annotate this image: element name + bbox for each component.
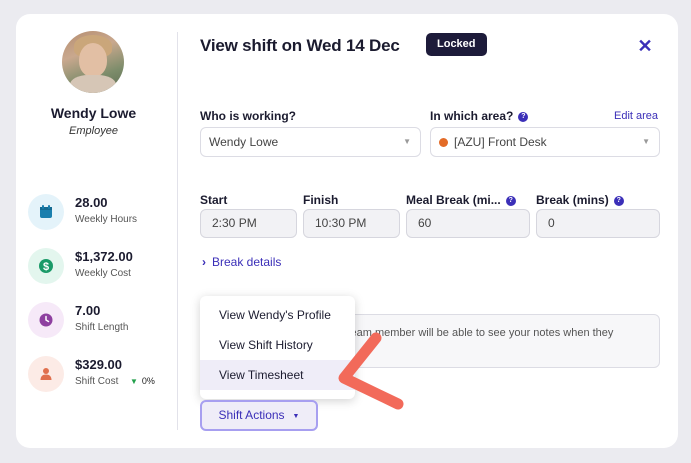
stat-label: Weekly Hours <box>75 214 138 225</box>
stat-value: 7.00 <box>75 303 101 318</box>
annotation-arrow-icon <box>338 332 404 410</box>
break-label: Break (mins) <box>536 193 609 207</box>
break-details-label: Break details <box>212 255 282 269</box>
start-field[interactable]: 2:30 PM <box>200 209 297 238</box>
stat-value: $329.00 <box>75 357 122 372</box>
who-select[interactable]: Wendy Lowe ▼ <box>200 127 421 157</box>
page-title: View shift on Wed 14 Dec <box>200 36 400 55</box>
stat-shift-cost: $329.00 Shift Cost ▼ 0% <box>28 354 178 394</box>
chevron-down-icon: ▼ <box>403 137 411 146</box>
break-field[interactable]: 0 <box>536 209 660 238</box>
shift-actions-label: Shift Actions <box>218 408 285 422</box>
who-label: Who is working? <box>200 109 296 123</box>
meal-break-field[interactable]: 60 <box>406 209 530 238</box>
help-icon[interactable]: ? <box>613 195 624 206</box>
help-icon[interactable]: ? <box>505 195 516 206</box>
clock-icon <box>28 302 64 338</box>
person-icon <box>28 356 64 392</box>
svg-text:$: $ <box>43 261 49 273</box>
stat-weekly-cost: $ $1,372.00 Weekly Cost <box>28 246 178 286</box>
area-select-value: [AZU] Front Desk <box>454 135 547 149</box>
trend-indicator: ▼ 0% <box>130 376 155 386</box>
break-label-wrap: Break (mins)? <box>536 193 624 207</box>
caret-down-icon: ▼ <box>292 413 300 420</box>
who-select-value: Wendy Lowe <box>209 135 279 149</box>
menu-item-view-shift-history[interactable]: View Shift History <box>200 330 355 360</box>
employee-name: Wendy Lowe <box>50 105 137 121</box>
stat-value: $1,372.00 <box>75 249 133 264</box>
stat-label: Weekly Cost <box>75 268 131 279</box>
shift-actions-menu: View Wendy's Profile View Shift History … <box>200 296 355 399</box>
stat-weekly-hours: 28.00 Weekly Hours <box>28 192 178 232</box>
area-label-wrap: In which area?? <box>430 109 529 123</box>
stat-label: Shift Length <box>75 322 129 333</box>
meal-break-label: Meal Break (mi... <box>406 193 501 207</box>
close-icon[interactable]: ✕ <box>636 37 654 55</box>
finish-field[interactable]: 10:30 PM <box>303 209 400 238</box>
menu-item-view-timesheet[interactable]: View Timesheet <box>200 360 355 390</box>
edit-area-link[interactable]: Edit area <box>614 110 658 122</box>
trend-value: 0% <box>141 376 155 386</box>
finish-label: Finish <box>303 193 339 207</box>
stat-value: 28.00 <box>75 195 108 210</box>
shift-dialog: Wendy Lowe Employee 28.00 Weekly Hours $… <box>16 14 678 448</box>
stat-label: Shift Cost <box>75 376 119 387</box>
column-divider <box>177 32 178 430</box>
status-badge: Locked <box>426 33 487 56</box>
start-label: Start <box>200 193 228 207</box>
help-icon[interactable]: ? <box>518 111 529 122</box>
chevron-down-icon: ▼ <box>642 137 650 146</box>
shift-actions-button[interactable]: Shift Actions ▼ <box>200 400 318 431</box>
break-details-toggle[interactable]: › Break details <box>202 255 281 269</box>
area-label: In which area? <box>430 109 514 123</box>
employee-role: Employee <box>69 125 118 137</box>
area-select[interactable]: [AZU] Front Desk ▼ <box>430 127 660 157</box>
dollar-icon: $ <box>28 248 64 284</box>
trend-down-icon: ▼ <box>130 377 138 386</box>
stat-shift-length: 7.00 Shift Length <box>28 300 178 340</box>
area-color-dot <box>439 138 448 147</box>
meal-break-label-wrap: Meal Break (mi...? <box>406 193 516 207</box>
menu-item-view-profile[interactable]: View Wendy's Profile <box>200 300 355 330</box>
chevron-right-icon: › <box>202 255 206 269</box>
calendar-icon <box>28 194 64 230</box>
avatar <box>62 31 124 93</box>
